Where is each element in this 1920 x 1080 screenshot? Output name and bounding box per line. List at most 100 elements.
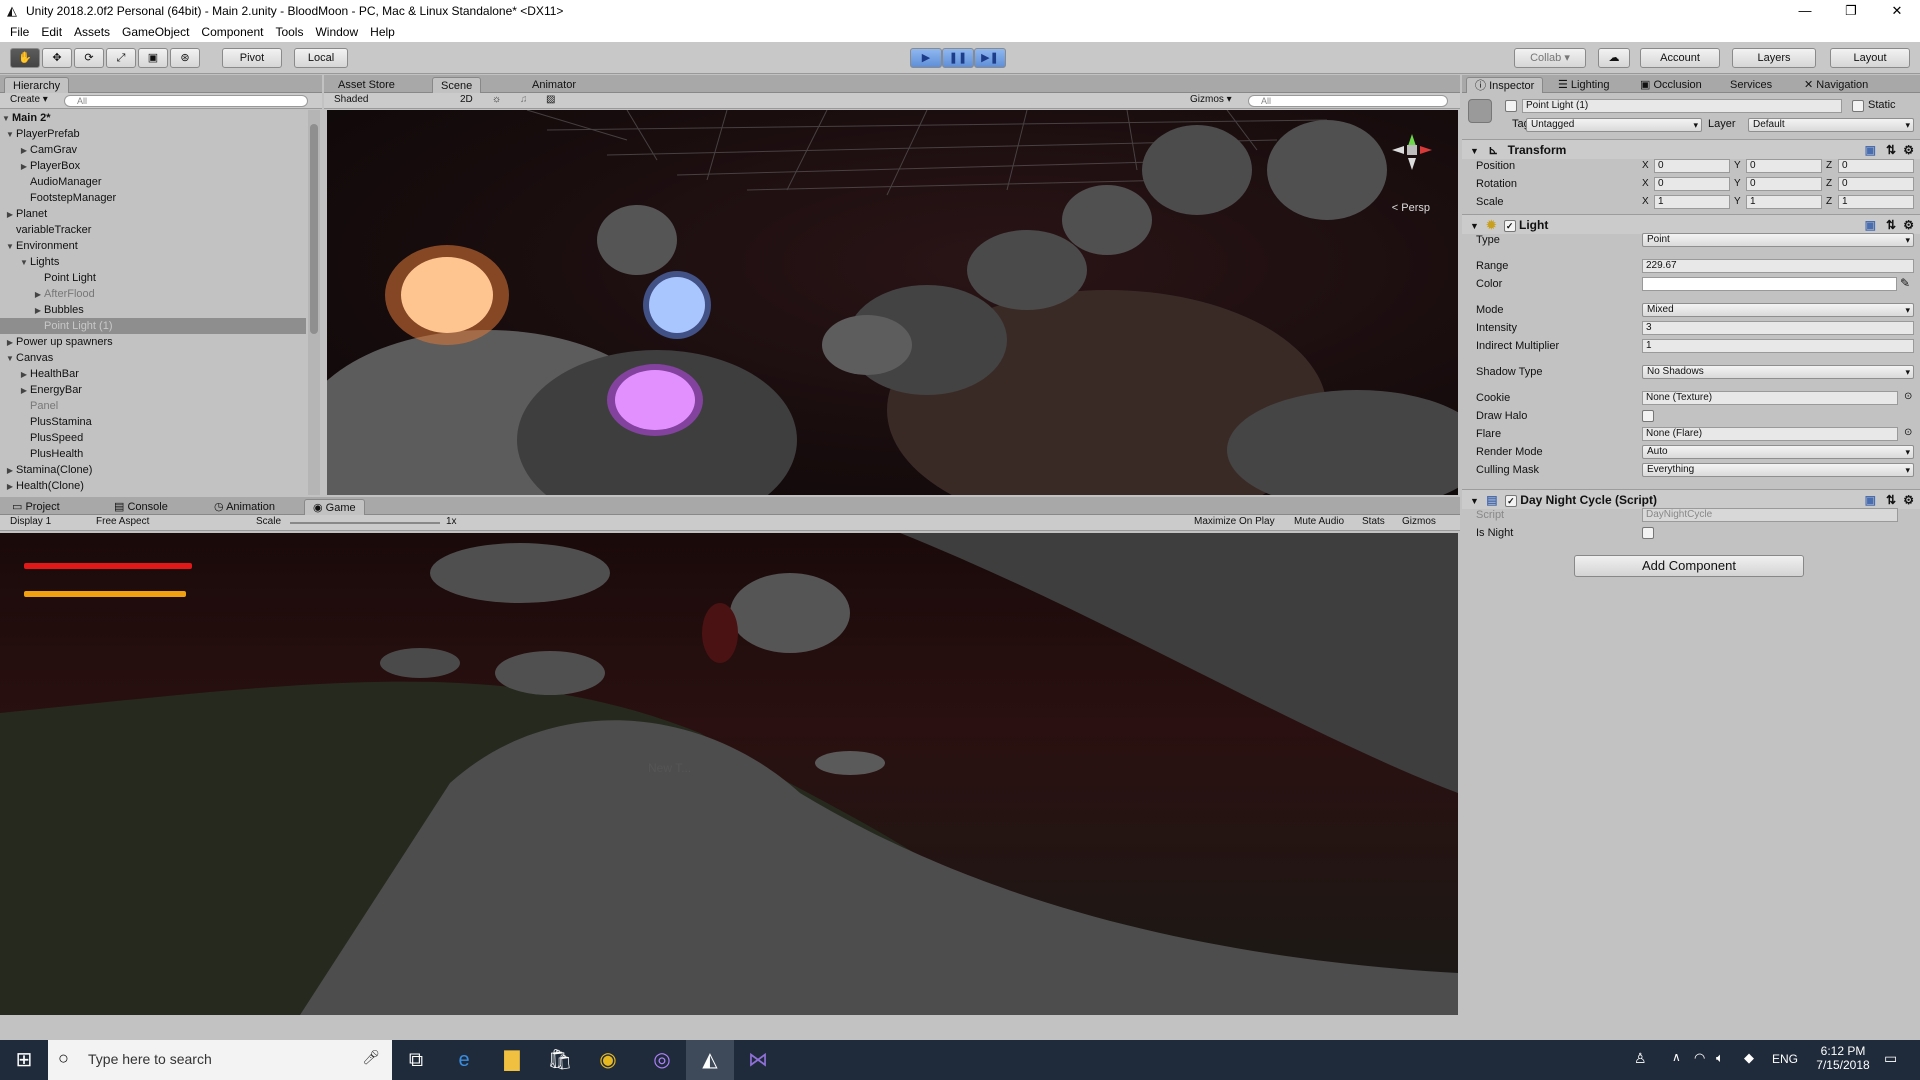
hand-tool-icon[interactable]: ✋ (10, 48, 40, 68)
stats-toggle[interactable]: Stats (1362, 516, 1385, 527)
close-button[interactable]: ✕ (1874, 0, 1920, 22)
microphone-icon[interactable]: 🎤︎ (362, 1049, 380, 1066)
transform-header[interactable]: ▼ ⊾ Transform ▣ ⇅ ⚙ (1462, 139, 1920, 159)
menu-assets[interactable]: Assets (68, 25, 116, 39)
scene-root[interactable]: ▼ Main 2* (0, 110, 306, 126)
hierarchy-item[interactable]: ▼ PlayerPrefab (0, 126, 306, 142)
file-explorer-icon[interactable]: ▇ (488, 1040, 536, 1080)
taskbar-search[interactable]: ○ Type here to search 🎤︎ (48, 1040, 392, 1080)
tab-asset-store[interactable]: Asset Store (330, 77, 403, 93)
add-component-button[interactable]: Add Component (1574, 555, 1804, 577)
draw-halo-checkbox[interactable] (1642, 410, 1654, 422)
tab-navigation[interactable]: ✕ Navigation (1796, 77, 1876, 93)
account-dropdown[interactable]: Account (1640, 48, 1720, 68)
hierarchy-item[interactable]: Point Light (0, 270, 306, 286)
object-name-field[interactable]: Point Light (1) (1522, 99, 1842, 113)
maximize-on-play-toggle[interactable]: Maximize On Play (1194, 516, 1275, 527)
scale-tool-icon[interactable]: ⤢ (106, 48, 136, 68)
hierarchy-search-input[interactable]: All (64, 95, 308, 107)
is-night-checkbox[interactable] (1642, 527, 1654, 539)
minimize-button[interactable]: — (1782, 0, 1828, 22)
maximize-button[interactable]: ❐ (1828, 0, 1874, 22)
hierarchy-item[interactable]: ▶ Power up spawners (0, 334, 306, 350)
persp-label[interactable]: < Persp (1392, 202, 1430, 214)
hierarchy-item[interactable]: ▼ Canvas (0, 350, 306, 366)
color-swatch[interactable] (1642, 277, 1897, 291)
step-button[interactable]: ▶❚ (974, 48, 1006, 68)
scale-slider[interactable] (290, 522, 440, 524)
tab-project[interactable]: ▭ Project (4, 499, 68, 515)
indirect-field[interactable]: 1 (1642, 339, 1914, 353)
axis-y-label[interactable]: Y (1734, 195, 1741, 209)
move-tool-icon[interactable]: ✥ (42, 48, 72, 68)
hierarchy-item[interactable]: ▶ Stamina(Clone) (0, 462, 306, 478)
hierarchy-item[interactable]: ▶ EnergyBar (0, 382, 306, 398)
tab-animator[interactable]: Animator (524, 77, 584, 93)
static-checkbox[interactable] (1852, 100, 1864, 112)
expanded-arrow-icon[interactable]: ▼ (4, 127, 16, 143)
lighting-toggle-icon[interactable]: ☼ (492, 94, 501, 105)
hierarchy-item[interactable]: ▶ Planet (0, 206, 306, 222)
create-dropdown[interactable]: Create ▾ (10, 94, 48, 105)
edge-icon[interactable]: e (440, 1040, 488, 1080)
transform-x-field[interactable]: 0 (1654, 159, 1730, 173)
gizmos-dropdown[interactable]: Gizmos ▾ (1190, 94, 1232, 105)
collapsed-arrow-icon[interactable]: ▶ (18, 159, 30, 175)
hierarchy-item[interactable]: PlusStamina (0, 414, 306, 430)
discord-icon[interactable]: ◎ (638, 1040, 686, 1080)
game-viewport[interactable]: New T... (0, 533, 1458, 1015)
pivot-toggle[interactable]: Pivot (222, 48, 282, 68)
action-center-icon[interactable]: ▭ (1884, 1050, 1897, 1067)
hierarchy-item[interactable]: ▶ Bubbles (0, 302, 306, 318)
menu-window[interactable]: Window (309, 25, 364, 39)
render-mode-dropdown[interactable]: Auto (1642, 445, 1914, 459)
hierarchy-item[interactable]: PlusSpeed (0, 430, 306, 446)
expanded-arrow-icon[interactable]: ▼ (4, 351, 16, 367)
hierarchy-item[interactable]: ▶ AfterFlood (0, 286, 306, 302)
axis-z-label[interactable]: Z (1826, 195, 1832, 209)
menu-help[interactable]: Help (364, 25, 401, 39)
shadow-dropdown[interactable]: No Shadows (1642, 365, 1914, 379)
cloud-icon[interactable]: ☁ (1598, 48, 1630, 68)
transform-z-field[interactable]: 0 (1838, 177, 1914, 191)
pause-button[interactable]: ❚❚ (942, 48, 974, 68)
range-field[interactable]: 229.67 (1642, 259, 1914, 273)
transform-y-field[interactable]: 0 (1746, 159, 1822, 173)
hierarchy-item[interactable]: FootstepManager (0, 190, 306, 206)
menu-edit[interactable]: Edit (35, 25, 68, 39)
hierarchy-item[interactable]: ▶ CamGrav (0, 142, 306, 158)
hierarchy-item[interactable]: variableTracker (0, 222, 306, 238)
transform-x-field[interactable]: 0 (1654, 177, 1730, 191)
task-view-icon[interactable]: ⧉ (392, 1040, 440, 1080)
rotate-tool-icon[interactable]: ⟳ (74, 48, 104, 68)
chrome-icon[interactable]: ◉ (584, 1040, 632, 1080)
transform-z-field[interactable]: 1 (1838, 195, 1914, 209)
collapsed-arrow-icon[interactable]: ▶ (32, 287, 44, 303)
hierarchy-item[interactable]: Point Light (1) (0, 318, 306, 334)
collab-dropdown[interactable]: Collab ▾ (1514, 48, 1586, 68)
collapsed-arrow-icon[interactable]: ▶ (4, 207, 16, 223)
collapsed-arrow-icon[interactable]: ▶ (18, 367, 30, 383)
axis-y-label[interactable]: Y (1734, 177, 1741, 191)
game-gizmos-dropdown[interactable]: Gizmos (1402, 516, 1436, 527)
tab-console[interactable]: ▤ Console (106, 499, 176, 515)
rect-tool-icon[interactable]: ▣ (138, 48, 168, 68)
clock[interactable]: 6:12 PM 7/15/2018 (1812, 1044, 1874, 1072)
collapsed-arrow-icon[interactable]: ▶ (4, 463, 16, 479)
script-header[interactable]: ▼ ▤ ✓ Day Night Cycle (Script) ▣ ⇅ ⚙ (1462, 489, 1920, 509)
dropbox-icon[interactable]: ◆ (1744, 1050, 1754, 1066)
intensity-field[interactable]: 3 (1642, 321, 1914, 335)
active-checkbox[interactable] (1505, 100, 1517, 112)
light-type-dropdown[interactable]: Point (1642, 233, 1914, 247)
light-header[interactable]: ▼ ✹ ✓ Light ▣ ⇅ ⚙ (1462, 214, 1920, 234)
axis-x-label[interactable]: X (1642, 195, 1649, 209)
script-enabled-checkbox[interactable]: ✓ (1504, 494, 1517, 507)
windows-start-icon[interactable]: ⊞ (0, 1040, 48, 1080)
local-toggle[interactable]: Local (294, 48, 348, 68)
hierarchy-scroll-thumb[interactable] (310, 124, 318, 334)
expanded-arrow-icon[interactable]: ▼ (18, 255, 30, 271)
axis-x-label[interactable]: X (1642, 177, 1649, 191)
layers-dropdown[interactable]: Layers (1732, 48, 1816, 68)
layout-dropdown[interactable]: Layout (1830, 48, 1910, 68)
hierarchy-item[interactable]: ▶ PlayerBox (0, 158, 306, 174)
